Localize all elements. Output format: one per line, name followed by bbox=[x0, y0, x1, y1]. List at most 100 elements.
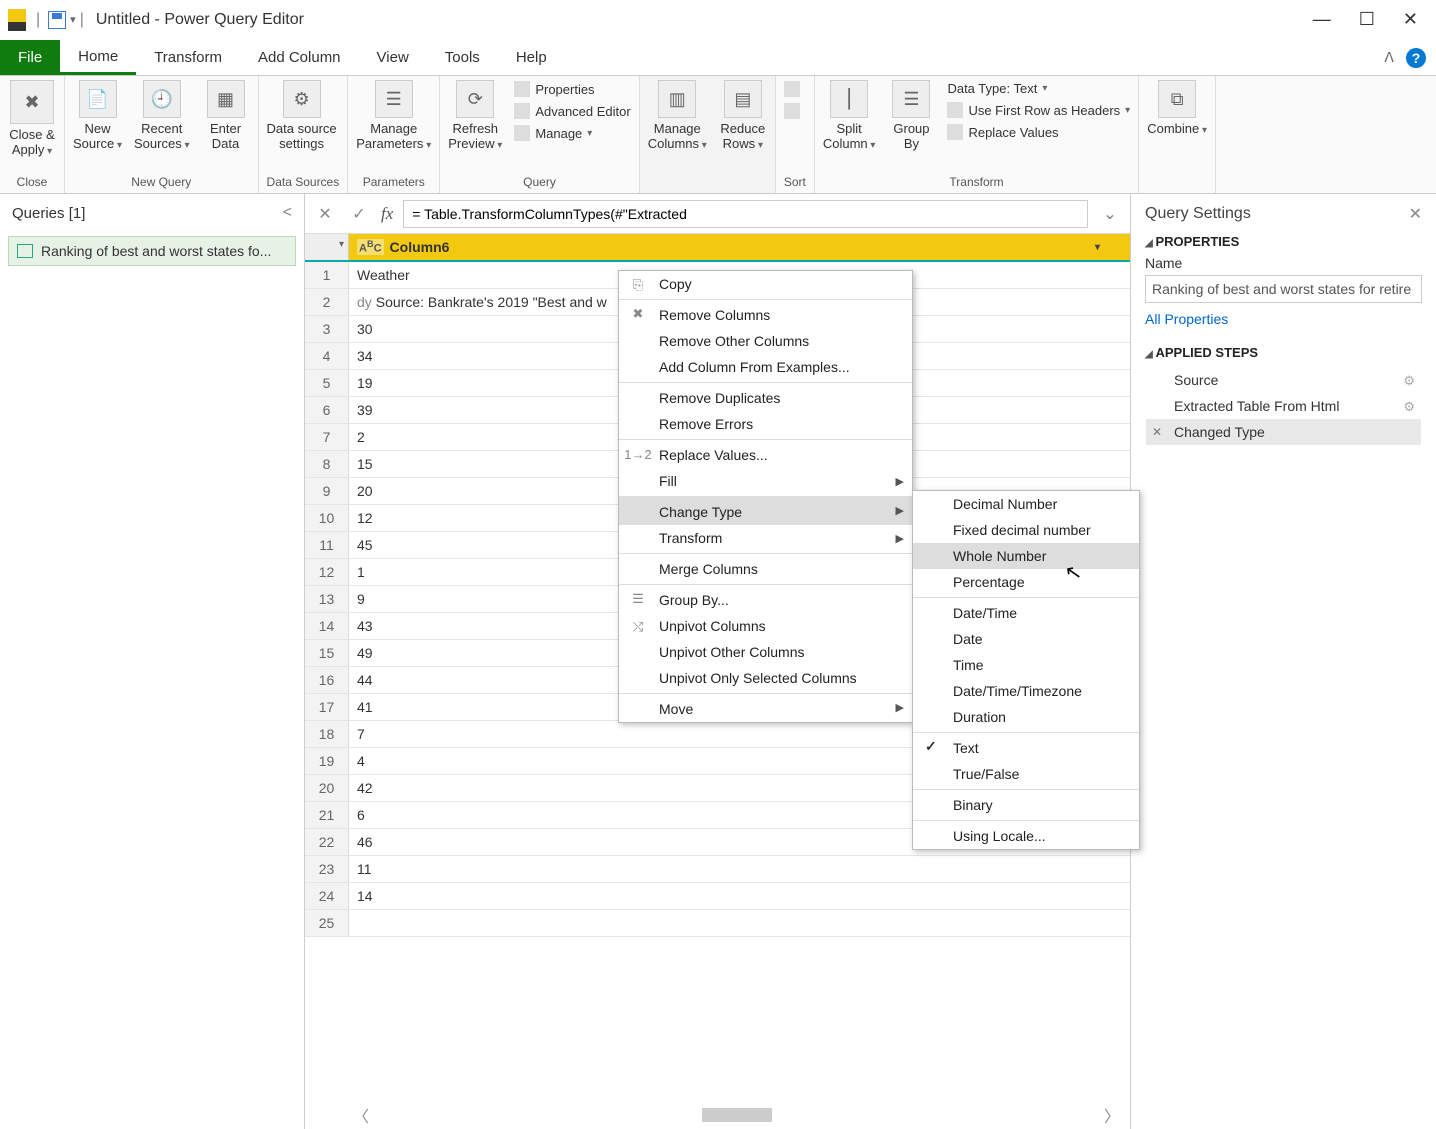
replace-values-button[interactable]: Replace Values bbox=[947, 123, 1130, 141]
properties-button[interactable]: Properties bbox=[514, 80, 630, 98]
row-number: 23 bbox=[305, 856, 349, 882]
menu-remove-errors[interactable]: Remove Errors bbox=[619, 411, 912, 437]
query-name-input[interactable] bbox=[1145, 275, 1422, 303]
data-type-button[interactable]: Data Type: Text bbox=[947, 80, 1130, 97]
data-source-settings-button[interactable]: ⚙Data source settings bbox=[267, 80, 337, 151]
cell[interactable]: 14 bbox=[349, 883, 1106, 909]
gear-icon[interactable]: ⚙ bbox=[1403, 399, 1415, 415]
table-row[interactable]: 25 bbox=[305, 910, 1130, 937]
group-label: Data Sources bbox=[267, 173, 340, 191]
scroll-thumb[interactable] bbox=[702, 1108, 772, 1122]
tab-add-column[interactable]: Add Column bbox=[240, 40, 359, 75]
type-binary[interactable]: Binary bbox=[913, 789, 1139, 818]
type-time[interactable]: Time bbox=[913, 652, 1139, 678]
menu-merge-columns[interactable]: Merge Columns bbox=[619, 553, 912, 582]
help-icon[interactable]: ? bbox=[1406, 48, 1426, 68]
cancel-formula-icon[interactable]: ✕ bbox=[313, 202, 337, 226]
scroll-right-icon[interactable]: 〉 bbox=[1104, 1103, 1120, 1127]
tab-tools[interactable]: Tools bbox=[427, 40, 498, 75]
tab-help[interactable]: Help bbox=[498, 40, 565, 75]
close-button[interactable]: ✕ bbox=[1403, 9, 1418, 30]
menu-remove-other-columns[interactable]: Remove Other Columns bbox=[619, 328, 912, 354]
sort-desc-button[interactable] bbox=[784, 102, 800, 120]
scroll-left-icon[interactable]: 〈 bbox=[353, 1103, 369, 1127]
menu-remove-columns[interactable]: ✖Remove Columns bbox=[619, 299, 912, 328]
type-duration[interactable]: Duration bbox=[913, 704, 1139, 730]
group-new-query: 📄New Source 🕘Recent Sources ▦Enter Data … bbox=[65, 76, 259, 193]
fx-icon[interactable]: fx bbox=[381, 204, 393, 224]
cell[interactable]: 11 bbox=[349, 856, 1106, 882]
menu-unpivot-selected[interactable]: Unpivot Only Selected Columns bbox=[619, 665, 912, 691]
applied-steps-list: Source⚙ Extracted Table From Html⚙ Chang… bbox=[1145, 366, 1422, 446]
window-buttons: — ☐ ✕ bbox=[1313, 9, 1428, 30]
recent-sources-button[interactable]: 🕘Recent Sources bbox=[134, 80, 190, 151]
close-settings-icon[interactable]: ✕ bbox=[1409, 204, 1422, 224]
new-source-button[interactable]: 📄New Source bbox=[73, 80, 122, 151]
tab-transform[interactable]: Transform bbox=[136, 40, 240, 75]
collapse-icon[interactable]: < bbox=[283, 204, 292, 222]
remove-icon: ✖ bbox=[629, 305, 647, 323]
tab-home[interactable]: Home bbox=[60, 40, 136, 75]
menu-copy[interactable]: ⎘Copy bbox=[619, 271, 912, 297]
refresh-preview-button[interactable]: ⟳Refresh Preview bbox=[448, 80, 502, 151]
menu-change-type[interactable]: Change Type▶ bbox=[619, 496, 912, 525]
tab-view[interactable]: View bbox=[359, 40, 427, 75]
split-column-button[interactable]: ⎮Split Column bbox=[823, 80, 876, 151]
menu-unpivot-columns[interactable]: ⤭Unpivot Columns bbox=[619, 613, 912, 639]
step-source[interactable]: Source⚙ bbox=[1146, 367, 1421, 393]
tab-file[interactable]: File bbox=[0, 40, 60, 75]
formula-expand-icon[interactable]: ⌄ bbox=[1098, 204, 1122, 224]
gear-icon[interactable]: ⚙ bbox=[1403, 373, 1415, 389]
collapse-ribbon-icon[interactable]: ᐱ bbox=[1384, 49, 1394, 66]
type-decimal[interactable]: Decimal Number bbox=[913, 491, 1139, 517]
label: Data Type: Text bbox=[947, 81, 1037, 96]
first-row-headers-button[interactable]: Use First Row as Headers bbox=[947, 101, 1130, 119]
save-icon[interactable] bbox=[48, 11, 66, 29]
type-fixed-decimal[interactable]: Fixed decimal number bbox=[913, 517, 1139, 543]
menu-fill[interactable]: Fill▶ bbox=[619, 468, 912, 494]
column-filter-icon[interactable]: ▾ bbox=[1095, 242, 1100, 253]
accept-formula-icon[interactable]: ✓ bbox=[347, 202, 371, 226]
next-column-hint bbox=[1106, 234, 1130, 260]
horizontal-scrollbar[interactable]: 〈 〉 bbox=[353, 1105, 1120, 1125]
query-item[interactable]: Ranking of best and worst states fo... bbox=[8, 236, 296, 266]
menu-remove-duplicates[interactable]: Remove Duplicates bbox=[619, 382, 912, 411]
step-changed-type[interactable]: Changed Type bbox=[1146, 419, 1421, 445]
advanced-editor-button[interactable]: Advanced Editor bbox=[514, 102, 630, 120]
table-row[interactable]: 2311 bbox=[305, 856, 1130, 883]
enter-data-button[interactable]: ▦Enter Data bbox=[202, 80, 250, 151]
maximize-button[interactable]: ☐ bbox=[1359, 9, 1375, 30]
minimize-button[interactable]: — bbox=[1313, 9, 1331, 30]
menu-move[interactable]: Move▶ bbox=[619, 693, 912, 722]
type-date[interactable]: Date bbox=[913, 626, 1139, 652]
close-apply-button[interactable]: ✖ Close & Apply bbox=[8, 80, 56, 157]
sort-asc-button[interactable] bbox=[784, 80, 800, 98]
type-text[interactable]: Text bbox=[913, 732, 1139, 761]
group-by-button[interactable]: ☰Group By bbox=[887, 80, 935, 151]
new-source-icon: 📄 bbox=[79, 80, 117, 118]
reduce-rows-button[interactable]: ▤Reduce Rows bbox=[719, 80, 767, 151]
qat-dropdown[interactable]: ▾ bbox=[70, 13, 76, 26]
menu-replace-values[interactable]: 1→2Replace Values... bbox=[619, 439, 912, 468]
type-percentage[interactable]: Percentage bbox=[913, 569, 1139, 595]
manage-button[interactable]: Manage bbox=[514, 124, 630, 142]
cell[interactable] bbox=[349, 910, 1106, 936]
type-using-locale[interactable]: Using Locale... bbox=[913, 820, 1139, 849]
column-header[interactable]: ABC Column6 ▾ bbox=[349, 234, 1106, 260]
type-true-false[interactable]: True/False bbox=[913, 761, 1139, 787]
manage-columns-button[interactable]: ▥Manage Columns bbox=[648, 80, 707, 151]
menu-group-by[interactable]: ☰Group By... bbox=[619, 584, 912, 613]
formula-input[interactable] bbox=[403, 200, 1088, 228]
combine-button[interactable]: ⧉Combine bbox=[1147, 80, 1207, 136]
manage-parameters-button[interactable]: ☰Manage Parameters bbox=[356, 80, 431, 151]
table-row[interactable]: 2414 bbox=[305, 883, 1130, 910]
menu-add-column-examples[interactable]: Add Column From Examples... bbox=[619, 354, 912, 380]
type-datetimezone[interactable]: Date/Time/Timezone bbox=[913, 678, 1139, 704]
type-whole-number[interactable]: Whole Number bbox=[913, 543, 1139, 569]
menu-transform[interactable]: Transform▶ bbox=[619, 525, 912, 551]
menu-unpivot-other[interactable]: Unpivot Other Columns bbox=[619, 639, 912, 665]
type-datetime[interactable]: Date/Time bbox=[913, 597, 1139, 626]
all-properties-link[interactable]: All Properties bbox=[1145, 311, 1228, 327]
step-extracted[interactable]: Extracted Table From Html⚙ bbox=[1146, 393, 1421, 419]
table-menu-button[interactable] bbox=[305, 234, 349, 260]
